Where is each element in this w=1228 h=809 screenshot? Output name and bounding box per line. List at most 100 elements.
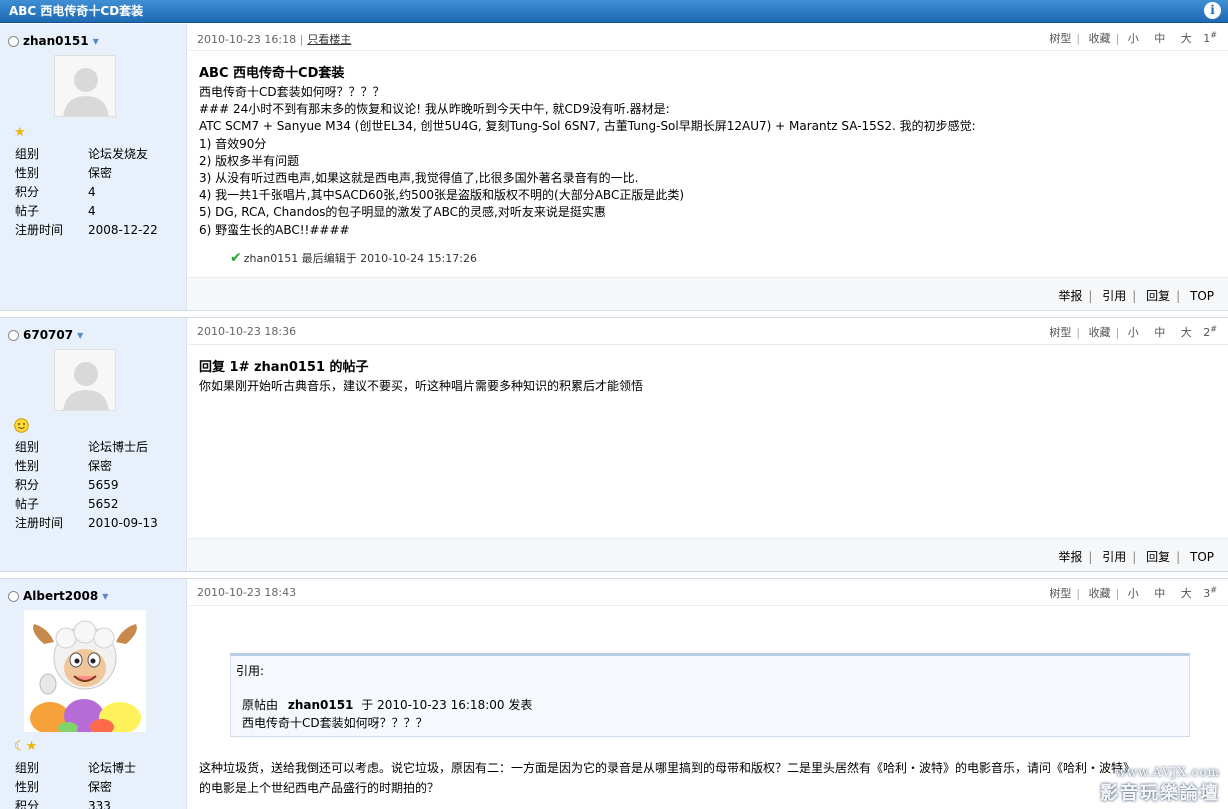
- post-tools: 树型 | 收藏 | 小 中 大 1#: [1049, 30, 1217, 45]
- star-rank-icon: ★: [14, 125, 26, 140]
- favorite-link[interactable]: 收藏: [1089, 32, 1111, 45]
- body-line: 1) 音效90分: [199, 136, 267, 151]
- body-line: 2) 版权多半有问题: [199, 153, 300, 168]
- font-large-link[interactable]: 大: [1181, 32, 1192, 45]
- stat-label-posts: 帖子: [15, 204, 40, 218]
- reply-link[interactable]: 回复: [1146, 550, 1170, 564]
- quote-source: 原帖由 zhan0151 于 2010-10-23 16:18:00 发表: [242, 696, 532, 713]
- stat-label-points: 积分: [15, 799, 40, 809]
- stat-value-reg: 2008-12-22: [88, 223, 158, 237]
- font-large-link[interactable]: 大: [1181, 587, 1192, 600]
- stat-label-gender: 性别: [15, 780, 40, 794]
- stat-label-posts: 帖子: [15, 497, 40, 511]
- quote-text: 西电传奇十CD套装如何呀？？？？: [242, 716, 428, 730]
- font-medium-link[interactable]: 中: [1154, 587, 1165, 600]
- moon-star-rank-icon: ☾★: [14, 740, 37, 754]
- edit-notice: ✔ zhan0151 最后编辑于 2010-10-24 15:17:26: [230, 250, 477, 266]
- stat-label-gender: 性别: [15, 459, 40, 473]
- post-header: 2010-10-23 16:18 | 只看楼主 树型 | 收藏 | 小 中 大 1#: [188, 24, 1228, 51]
- quote-header: 引用:: [236, 664, 265, 678]
- site-watermark: www.AVJX.com 影音玩樂論壇: [1100, 765, 1220, 805]
- stat-value-points: 5659: [88, 478, 119, 492]
- avatar[interactable]: [54, 55, 116, 117]
- quote-source-user[interactable]: zhan0151: [288, 698, 354, 712]
- favorite-link[interactable]: 收藏: [1089, 326, 1111, 339]
- post-footer: 举报 | 引用 | 回复 | TOP: [188, 538, 1228, 571]
- floor-number: 1#: [1203, 30, 1217, 45]
- stat-value-posts: 5652: [88, 497, 119, 511]
- watermark-name: 影音玩樂論壇: [1100, 783, 1220, 804]
- favorite-link[interactable]: 收藏: [1089, 587, 1111, 600]
- window-title-bar: ABC 西电传奇十CD套装 i: [0, 0, 1228, 23]
- font-small-link[interactable]: 小: [1128, 587, 1139, 600]
- font-large-link[interactable]: 大: [1181, 326, 1192, 339]
- post-title: ABC 西电传奇十CD套装: [199, 66, 345, 81]
- post-2: 670707 ▼ 组别 论坛博士后 性别 保密 积分 5659 帖子 5652 注册时间…: [0, 318, 1228, 571]
- info-icon[interactable]: i: [1204, 2, 1221, 19]
- report-link[interactable]: 举报: [1058, 550, 1082, 564]
- post-tools: 树型 | 收藏 | 小 中 大 3#: [1049, 585, 1217, 600]
- tree-view-link[interactable]: 树型: [1049, 587, 1071, 600]
- user-sidebar: Albert2008 ▼ ☾★ 组别 论坛博士 性别 保密 积分 333: [0, 579, 187, 809]
- top-link[interactable]: TOP: [1190, 289, 1214, 303]
- body-line: 4) 我一共1千张唱片,其中SACD60张,约500张是盗版和版权不明的(大部分…: [199, 188, 685, 203]
- top-link[interactable]: TOP: [1190, 550, 1214, 564]
- offline-status-icon: [8, 590, 19, 602]
- post-tools: 树型 | 收藏 | 小 中 大 2#: [1049, 324, 1217, 339]
- user-name[interactable]: zhan0151: [23, 34, 89, 48]
- only-author-link[interactable]: 只看楼主: [307, 33, 351, 46]
- post-date: 2010-10-23 18:36: [197, 325, 297, 338]
- font-medium-link[interactable]: 中: [1154, 326, 1165, 339]
- post-body: 西电传奇十CD套装如何呀？？？？ ### 24小时不到有那末多的恢复和议论! 我…: [199, 84, 976, 239]
- user-sidebar: zhan0151 ▼ ★ 组别 论坛发烧友 性别 保密 积分 4 帖子 4 注册时间 20…: [0, 24, 187, 310]
- post-content: 2010-10-23 18:43 树型 | 收藏 | 小 中 大 3# 引用: 原帖…: [188, 579, 1228, 809]
- avatar[interactable]: [54, 349, 116, 411]
- font-small-link[interactable]: 小: [1128, 326, 1139, 339]
- quote-block: 引用: 原帖由 zhan0151 于 2010-10-23 16:18:00 发…: [230, 653, 1190, 737]
- user-stats: 组别 论坛博士后 性别 保密 积分 5659 帖子 5652 注册时间 2010-09-1…: [15, 438, 180, 533]
- stat-value-gender: 保密: [88, 780, 113, 794]
- quote-source-suffix: 于 2010-10-23 16:18:00 发表: [361, 698, 533, 712]
- body-line: 你如果刚开始听古典音乐，建议不要买，听这种唱片需要多种知识的积累后才能领悟: [199, 379, 644, 393]
- stat-label-gender: 性别: [15, 166, 40, 180]
- user-name-row: Albert2008 ▼: [8, 588, 108, 604]
- moon-icon: ☾: [14, 739, 26, 754]
- floor-number: 2#: [1203, 324, 1217, 339]
- reply-link[interactable]: 回复: [1146, 289, 1170, 303]
- quote-source-prefix: 原帖由: [242, 698, 279, 712]
- tree-view-link[interactable]: 树型: [1049, 32, 1071, 45]
- smile-rank-icon: [14, 418, 29, 437]
- avatar[interactable]: [24, 610, 146, 732]
- body-line: ### 24小时不到有那末多的恢复和议论! 我从昨晚听到今天中午, 就CD9没有…: [199, 102, 670, 117]
- stat-value-points: 4: [88, 185, 96, 199]
- post-1: zhan0151 ▼ ★ 组别 论坛发烧友 性别 保密 积分 4 帖子 4 注册时间 20…: [0, 24, 1228, 310]
- quote-link[interactable]: 引用: [1102, 550, 1126, 564]
- user-name-row: 670707 ▼: [8, 327, 83, 343]
- post-header: 2010-10-23 18:43 树型 | 收藏 | 小 中 大 3#: [188, 579, 1228, 606]
- post-3: Albert2008 ▼ ☾★ 组别 论坛博士 性别 保密 积分 333 201…: [0, 579, 1228, 809]
- watermark-url: www.AVJX.com: [1115, 765, 1220, 779]
- user-name[interactable]: 670707: [23, 328, 73, 342]
- stat-label-reg: 注册时间: [15, 223, 64, 237]
- stat-label-group: 组别: [15, 440, 40, 454]
- font-small-link[interactable]: 小: [1128, 32, 1139, 45]
- chevron-down-icon[interactable]: ▼: [102, 592, 108, 601]
- chevron-down-icon[interactable]: ▼: [93, 37, 99, 46]
- stat-value-group: 论坛博士后: [88, 440, 149, 454]
- stat-label-points: 积分: [15, 478, 40, 492]
- font-medium-link[interactable]: 中: [1154, 32, 1165, 45]
- chevron-down-icon[interactable]: ▼: [77, 331, 83, 340]
- quote-link[interactable]: 引用: [1102, 289, 1126, 303]
- user-sidebar: 670707 ▼ 组别 论坛博士后 性别 保密 积分 5659 帖子 5652 注册时间…: [0, 318, 187, 571]
- post-header: 2010-10-23 18:36 树型 | 收藏 | 小 中 大 2#: [188, 318, 1228, 345]
- tree-view-link[interactable]: 树型: [1049, 326, 1071, 339]
- stat-value-group: 论坛发烧友: [88, 147, 149, 161]
- post-separator: [0, 310, 1228, 318]
- user-name[interactable]: Albert2008: [23, 589, 98, 603]
- body-line: 3) 从没有听过西电声,如果这就是西电声,我觉得值了,比很多国外著名录音有的一比…: [199, 171, 639, 186]
- post-body: 你如果刚开始听古典音乐，建议不要买，听这种唱片需要多种知识的积累后才能领悟: [199, 378, 643, 395]
- stat-label-group: 组别: [15, 147, 40, 161]
- user-stats: 组别 论坛发烧友 性别 保密 积分 4 帖子 4 注册时间 2008-12-22: [15, 145, 180, 240]
- floor-number: 3#: [1203, 585, 1217, 600]
- report-link[interactable]: 举报: [1058, 289, 1082, 303]
